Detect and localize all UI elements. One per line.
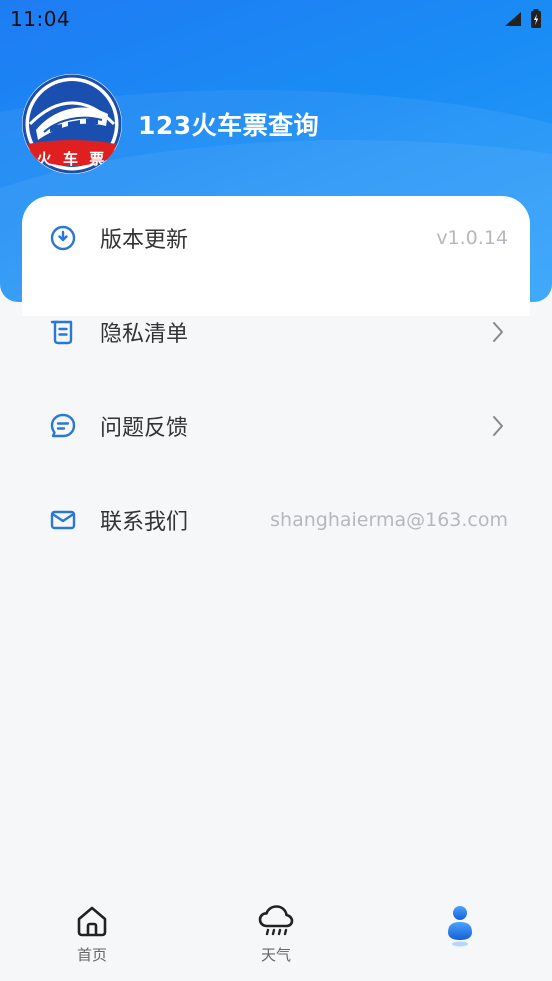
tab-home[interactable]: 首页 [0,890,184,981]
tab-profile[interactable] [368,890,552,981]
app-logo: 火 车 票 [22,74,122,174]
chevron-right-icon [488,415,508,437]
menu-label: 联系我们 [100,510,189,535]
menu-item-contact[interactable]: 联系我们 shanghaierma@163.com [22,473,530,567]
menu-label: 版本更新 [100,228,189,253]
contact-email: shanghaierma@163.com [270,509,508,531]
menu-item-version[interactable]: 版本更新 v1.0.14 [22,191,530,285]
home-icon [77,906,107,937]
document-icon [48,317,78,347]
signal-icon [505,12,521,26]
status-bar: 11:04 [0,0,552,38]
menu-label: 隐私清单 [100,322,189,347]
chevron-right-icon [488,321,508,343]
menu-label: 问题反馈 [100,416,189,441]
clock-icon [48,223,78,253]
version-value: v1.0.14 [436,227,508,249]
settings-menu: 版本更新 v1.0.14 隐私清单 问题反馈 联系我们 shanghaierma… [22,191,530,567]
cloud-rain-icon [258,905,294,936]
status-icons [504,9,542,29]
app-title: 123火车票查询 [138,111,320,140]
tab-label: 天气 [260,946,291,964]
tab-weather[interactable]: 天气 [184,890,368,981]
logo-text: 火 车 票 [36,150,108,168]
status-time: 11:04 [10,7,71,31]
app-header: 火 车 票 123火车票查询 [22,74,319,174]
bottom-tab-bar: 首页 天气 [0,890,552,981]
menu-item-privacy[interactable]: 隐私清单 [22,285,530,379]
tab-label: 首页 [76,946,107,964]
mail-icon [48,505,78,535]
chat-icon [48,411,78,441]
user-icon [448,906,472,947]
menu-item-feedback[interactable]: 问题反馈 [22,379,530,473]
battery-icon [531,9,541,28]
